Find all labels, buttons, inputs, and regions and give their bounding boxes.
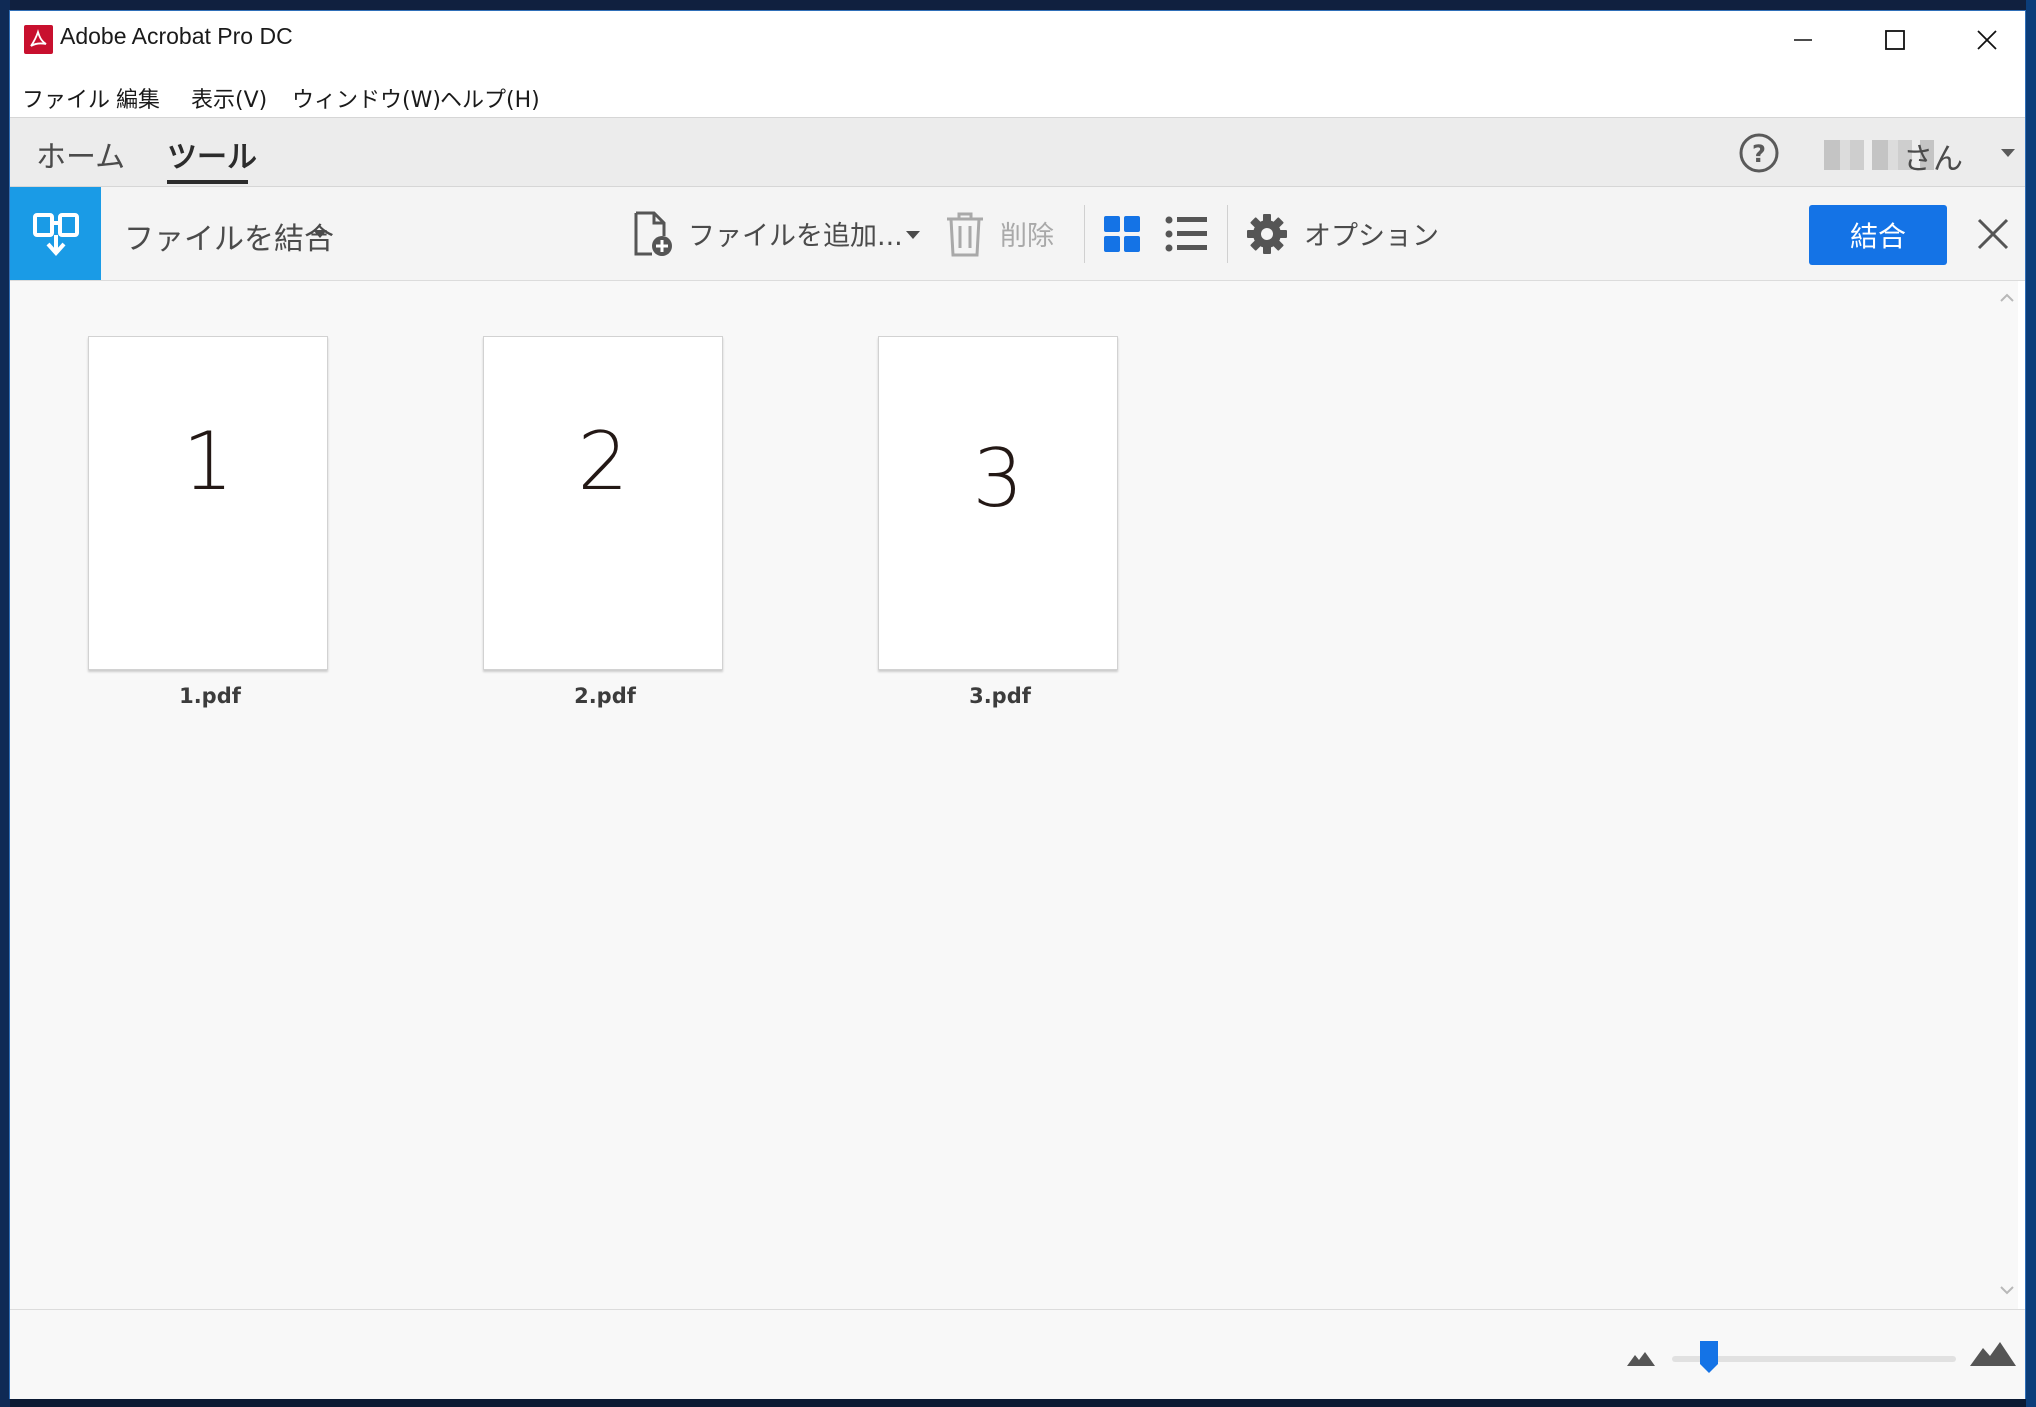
gear-icon [1247,213,1287,254]
scroll-down-icon[interactable] [2000,1286,2014,1295]
close-tool-button[interactable] [1968,209,2018,259]
file-name: 2.pdf [574,684,636,708]
page-thumbnail[interactable]: 2 [483,336,723,670]
list-view-button[interactable] [1165,187,1207,280]
options-label: オプション [1304,221,1439,252]
close-icon [1977,30,1997,50]
options-button[interactable]: オプション [1246,187,1439,280]
menu-help[interactable]: ヘルプ(H) [440,82,540,114]
file-name: 1.pdf [179,684,241,708]
acrobat-icon [24,25,53,54]
scroll-up-icon[interactable] [2000,293,2014,302]
desktop-background-top [0,0,2036,10]
tool-bar: ファイルを結合 ファイルを追加... 削除 オプション 結合 [10,187,2025,281]
delete-label: 削除 [1000,221,1054,252]
page-thumbnail[interactable]: 1 [88,336,328,670]
chevron-down-icon[interactable] [2000,148,2016,158]
combine-button[interactable]: 結合 [1809,205,1947,265]
file-card[interactable]: 2 2.pdf [483,336,727,708]
maximize-button[interactable] [1849,11,1941,69]
file-card[interactable]: 1 1.pdf [88,336,332,708]
nav-bar: ホーム ツール ? さん [10,117,2025,187]
add-file-icon [634,211,672,256]
file-grid: 1 1.pdf 2 2.pdf 3 3.pdf [10,281,2018,1309]
vertical-scrollbar[interactable] [1995,281,2018,1309]
close-window-button[interactable] [1941,11,2033,69]
help-icon[interactable]: ? [1738,132,1780,174]
add-files-label: ファイルを追加... [688,221,903,252]
file-card[interactable]: 3 3.pdf [878,336,1122,708]
menu-file[interactable]: ファイル [22,82,110,114]
zoom-in-icon[interactable] [1970,1340,2016,1366]
page-content-text: 3 [972,432,1024,525]
window-title: Adobe Acrobat Pro DC [60,23,293,49]
close-icon [1977,218,2009,250]
menu-window[interactable]: ウィンドウ(W) [292,82,441,114]
delete-button[interactable]: 削除 [944,187,1054,280]
minimize-icon [1794,39,1812,41]
chevron-down-icon[interactable] [905,230,921,240]
maximize-icon [1885,30,1905,50]
desktop-background-right [2026,0,2036,1407]
grid-view-icon [1104,215,1140,252]
user-name-suffix[interactable]: さん [1903,134,1963,178]
menu-bar: ファイル 編集 表示(V) ウィンドウ(W) ヘルプ(H) [10,69,2025,117]
toolbar-divider [1084,205,1085,263]
chevron-down-icon[interactable] [312,229,328,239]
zoom-out-icon[interactable] [1627,1350,1655,1366]
menu-view[interactable]: 表示(V) [191,82,267,114]
page-content-text: 2 [577,415,629,508]
menu-edit[interactable]: 編集 [116,82,160,114]
page-thumbnail[interactable]: 3 [878,336,1118,670]
combine-files-icon [10,187,101,280]
toolbar-divider [1227,205,1228,263]
svg-text:?: ? [1752,140,1766,168]
active-tab-indicator [167,180,248,184]
tool-title[interactable]: ファイルを結合 [124,214,334,258]
acrobat-window: Adobe Acrobat Pro DC ファイル 編集 表示(V) ウィンドウ… [9,10,2026,1399]
file-name: 3.pdf [969,684,1031,708]
list-view-icon [1165,216,1207,251]
page-content-text: 1 [182,415,234,508]
add-files-button[interactable]: ファイルを追加... [628,187,903,280]
minimize-button[interactable] [1757,11,1849,69]
title-bar: Adobe Acrobat Pro DC [10,11,2025,69]
trash-icon [947,212,983,256]
grid-view-button[interactable] [1103,187,1141,280]
tab-tools[interactable]: ツール [167,132,257,176]
bottom-bar [10,1309,2025,1399]
zoom-slider-thumb[interactable] [1699,1340,1719,1374]
tab-home[interactable]: ホーム [36,132,125,176]
